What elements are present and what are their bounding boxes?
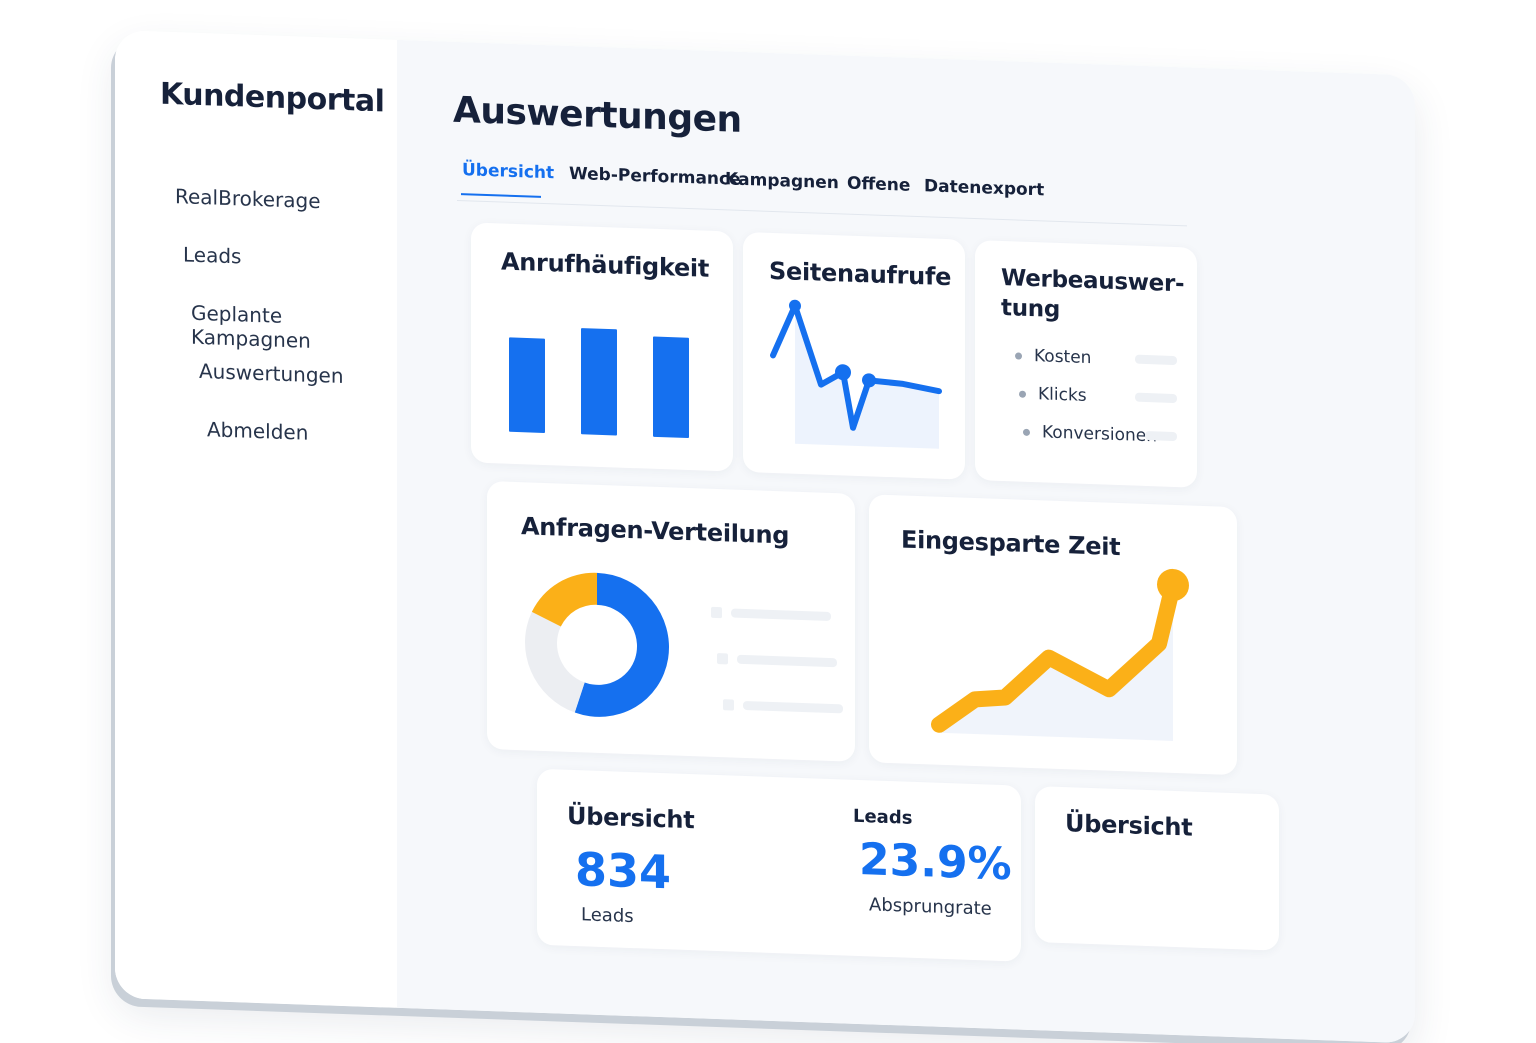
legend-label: Klicks (1038, 384, 1087, 406)
pageviews-chart (770, 299, 942, 449)
tab-datenexport[interactable]: Datenexport (924, 176, 1044, 200)
sidebar-item-auswertungen[interactable]: Auswertungen (199, 359, 344, 388)
legend-label: Kosten (1034, 346, 1092, 369)
donut-slice (525, 611, 585, 713)
sidebar-item-realbrokerage[interactable]: RealBrokerage (175, 184, 321, 213)
rate-header-label: Leads (853, 805, 913, 829)
active-tab-indicator (461, 193, 541, 198)
legend-label: Konversionen (1042, 422, 1157, 447)
legend-placeholder-bar (1135, 354, 1177, 366)
screenshot-stage: Kundenportal RealBrokerage Leads Geplant… (0, 0, 1536, 1043)
chart-bar (509, 337, 545, 433)
bounce-rate-label: Absprungrate (869, 894, 992, 920)
leads-count-label: Leads (581, 904, 634, 928)
card-werbeauswertung[interactable]: Werbeauswer- tung Kosten Klicks Konversi… (975, 240, 1197, 488)
leads-count-value: 834 (575, 842, 672, 900)
legend-item-kosten: Kosten (1015, 345, 1091, 368)
saved-time-chart (931, 568, 1189, 741)
legend-placeholder-swatch (711, 606, 722, 619)
legend-placeholder-bar (1145, 430, 1177, 442)
card-title-ads-line2: tung (1001, 294, 1061, 324)
card-seitenaufrufe[interactable]: Seitenaufrufe (743, 231, 965, 480)
chart-bar (653, 336, 689, 439)
inquiry-distribution-chart (525, 572, 669, 717)
card-uebersicht-kpis[interactable]: Übersicht 834 Leads Leads 23.9% Absprung… (537, 768, 1021, 962)
legend-dot-icon (1023, 428, 1030, 436)
call-frequency-chart (509, 328, 689, 439)
sidebar-item-abmelden[interactable]: Abmelden (207, 417, 308, 445)
legend-placeholder-bar (1135, 392, 1177, 404)
bounce-rate-value: 23.9% (859, 833, 1012, 891)
card-anfragen-verteilung[interactable]: Anfragen-Verteilung (487, 480, 855, 762)
brand-title: Kundenportal (160, 76, 385, 120)
chart-end-point (1157, 568, 1189, 601)
app-window: Kundenportal RealBrokerage Leads Geplant… (115, 30, 1415, 1043)
tab-kampagnen[interactable]: Kampagnen (725, 169, 839, 193)
legend-item-konversionen: Konversionen (1023, 422, 1157, 447)
card-uebersicht-secondary[interactable]: Übersicht (1035, 786, 1279, 951)
card-title-overview: Übersicht (567, 801, 695, 835)
legend-placeholder-swatch (717, 653, 728, 665)
sidebar-item-leads[interactable]: Leads (183, 242, 241, 268)
tab-web-performance[interactable]: Web-Performance (569, 164, 741, 190)
legend-dot-icon (1015, 351, 1022, 360)
legend-dot-icon (1019, 390, 1026, 398)
card-title-ads-line1: Werbeauswer- (1001, 264, 1185, 298)
sidebar-item-geplante-kampagnen[interactable]: Geplante Kampagnen (191, 301, 395, 356)
chart-bar (581, 328, 617, 436)
main-content: Auswertungen Übersicht Web-Performance K… (397, 39, 1415, 1043)
legend-item-klicks: Klicks (1019, 384, 1087, 406)
card-anrufhaeufigkeit[interactable]: Anrufhäufigkeit (471, 222, 733, 472)
sidebar: Kundenportal RealBrokerage Leads Geplant… (115, 30, 395, 1008)
tab-uebersicht[interactable]: Übersicht (462, 160, 554, 183)
page-title: Auswertungen (453, 89, 742, 141)
tab-bar: Übersicht Web-Performance Kampagnen Offe… (457, 159, 1187, 227)
tab-offene[interactable]: Offene (847, 174, 910, 196)
card-title-overview-2: Übersicht (1065, 809, 1193, 842)
card-eingesparte-zeit[interactable]: Eingesparte Zeit (869, 494, 1237, 776)
legend-placeholder-swatch (723, 699, 734, 711)
